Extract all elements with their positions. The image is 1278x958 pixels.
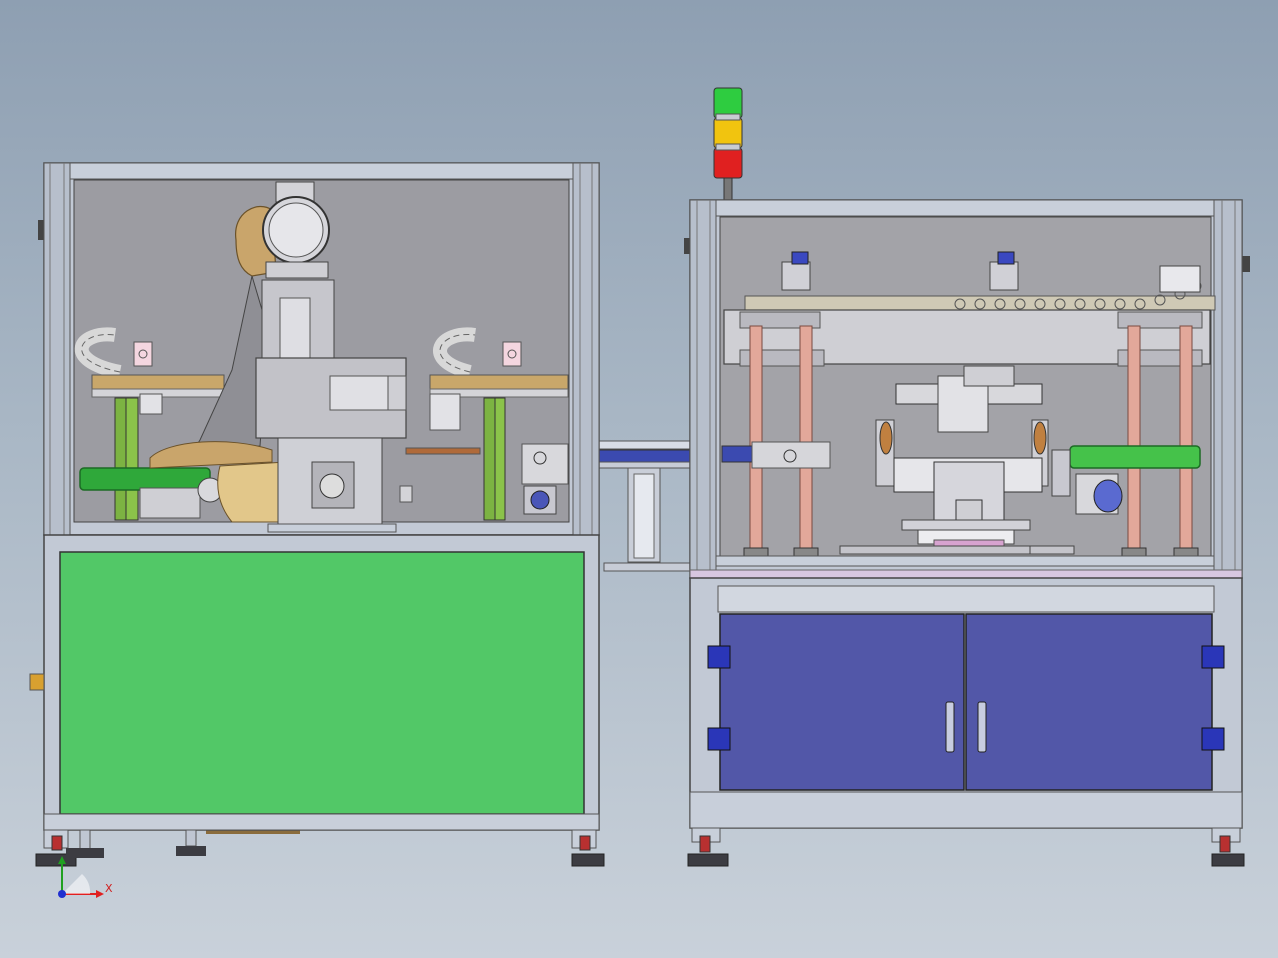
emergency-stop-icon[interactable]: [29, 673, 45, 691]
door-handle-right[interactable]: [977, 701, 987, 753]
right-feet: [687, 827, 1245, 867]
cabinet-door-right[interactable]: [965, 613, 1213, 791]
cabinet-door-left[interactable]: [719, 613, 965, 791]
transfer-conveyor: [595, 440, 695, 572]
signal-tower-icon: [713, 87, 743, 201]
x-axis-label: X: [105, 882, 113, 895]
right-roller: [1069, 445, 1201, 469]
green-bracket: [114, 397, 128, 521]
left-machine: [29, 162, 605, 867]
feed-roller: [79, 467, 211, 491]
cad-viewport: X: [29, 87, 1250, 898]
left-feet: [35, 829, 605, 867]
door-handle-left[interactable]: [945, 701, 955, 753]
left-linear-rail: [91, 374, 225, 390]
right-machine: [684, 87, 1250, 867]
left-lower-panel: [59, 551, 585, 815]
right-linear-rail: [429, 374, 569, 390]
